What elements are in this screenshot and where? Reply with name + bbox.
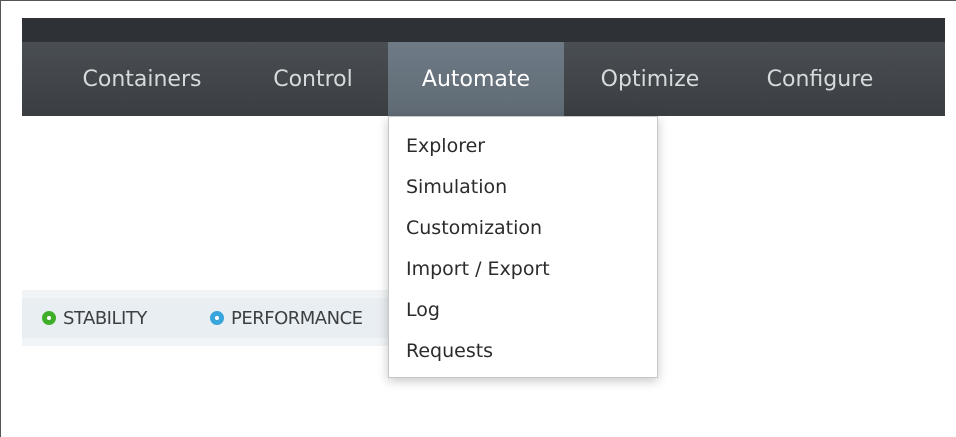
menu-item-simulation[interactable]: Simulation: [406, 171, 507, 203]
status-stability[interactable]: STABILITY: [42, 298, 147, 338]
window-border-left: [0, 0, 1, 437]
nav-automate[interactable]: Automate: [388, 42, 564, 116]
menu-item-log[interactable]: Log: [406, 294, 440, 326]
menu-item-import-export[interactable]: Import / Export: [406, 253, 550, 285]
nav-configure[interactable]: Configure: [750, 42, 890, 116]
nav-control[interactable]: Control: [252, 42, 374, 116]
status-stability-label: STABILITY: [63, 307, 147, 329]
top-header-strip: [22, 18, 945, 42]
nav-containers[interactable]: Containers: [68, 42, 216, 116]
status-filter-bar: STABILITY PERFORMANCE: [22, 290, 388, 346]
window-border-top: [0, 0, 956, 1]
status-ring-icon: [210, 311, 224, 325]
nav-optimize[interactable]: Optimize: [582, 42, 718, 116]
status-filter-row: STABILITY PERFORMANCE: [22, 298, 388, 338]
automate-dropdown-menu: Explorer Simulation Customization Import…: [388, 116, 658, 378]
status-performance-label: PERFORMANCE: [231, 307, 363, 329]
menu-item-explorer[interactable]: Explorer: [406, 130, 485, 162]
status-performance[interactable]: PERFORMANCE: [210, 298, 363, 338]
main-navigation-bar: Containers Control Automate Optimize Con…: [22, 42, 945, 116]
status-ring-icon: [42, 311, 56, 325]
menu-item-requests[interactable]: Requests: [406, 335, 493, 367]
menu-item-customization[interactable]: Customization: [406, 212, 542, 244]
